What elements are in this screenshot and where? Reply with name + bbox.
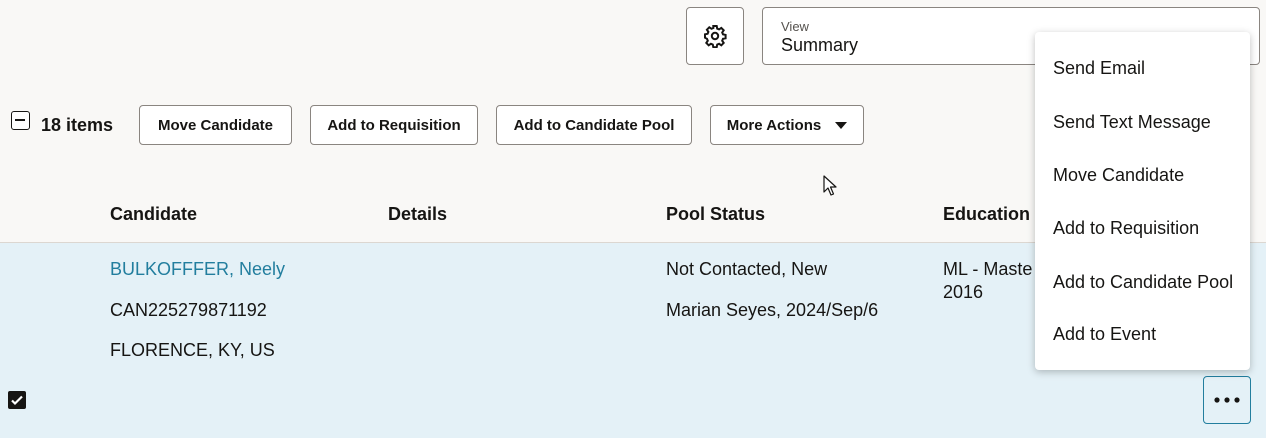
mouse-cursor-icon xyxy=(823,175,837,196)
row-checkbox[interactable] xyxy=(8,391,26,409)
checkmark-icon xyxy=(11,395,23,406)
pool-status: Not Contacted, New xyxy=(666,259,828,279)
menu-item-add-to-requisition[interactable]: Add to Requisition xyxy=(1053,218,1199,239)
column-header-candidate: Candidate xyxy=(110,204,198,224)
menu-item-add-to-candidate-pool[interactable]: Add to Candidate Pool xyxy=(1053,272,1233,293)
chevron-down-icon xyxy=(835,121,848,129)
more-actions-label: More Actions xyxy=(726,116,822,134)
candidate-location: FLORENCE, KY, US xyxy=(110,340,275,360)
settings-button[interactable] xyxy=(686,7,744,65)
menu-item-send-text-message[interactable]: Send Text Message xyxy=(1053,112,1211,133)
menu-item-add-to-event[interactable]: Add to Event xyxy=(1053,324,1156,345)
pool-added-by: Marian Seyes, 2024/Sep/6 xyxy=(666,300,879,320)
row-actions-menu: Send Email Send Text Message Move Candid… xyxy=(1035,32,1250,370)
menu-item-send-email[interactable]: Send Email xyxy=(1053,58,1145,79)
education-degree: ML - Maste xyxy=(943,259,1033,279)
column-header-pool-status: Pool Status xyxy=(666,204,766,224)
gear-icon xyxy=(704,25,727,48)
menu-item-move-candidate[interactable]: Move Candidate xyxy=(1053,165,1184,186)
more-horizontal-icon xyxy=(1214,397,1240,403)
view-label: View xyxy=(781,19,809,34)
add-to-requisition-button[interactable]: Add to Requisition xyxy=(310,105,478,145)
items-count: 18 items xyxy=(41,115,114,135)
more-actions-button[interactable]: More Actions xyxy=(710,105,864,145)
candidate-id: CAN225279871192 xyxy=(110,300,267,320)
row-actions-button[interactable] xyxy=(1203,376,1251,424)
move-candidate-button[interactable]: Move Candidate xyxy=(139,105,292,145)
column-header-education: Education xyxy=(943,204,1031,224)
candidate-name-link[interactable]: BULKOFFFER, Neely xyxy=(110,258,285,281)
add-to-candidate-pool-button[interactable]: Add to Candidate Pool xyxy=(496,105,692,145)
view-value: Summary xyxy=(781,35,859,55)
education-year: 2016 xyxy=(943,282,984,302)
column-header-details: Details xyxy=(388,204,448,224)
select-all-checkbox[interactable] xyxy=(11,111,30,130)
